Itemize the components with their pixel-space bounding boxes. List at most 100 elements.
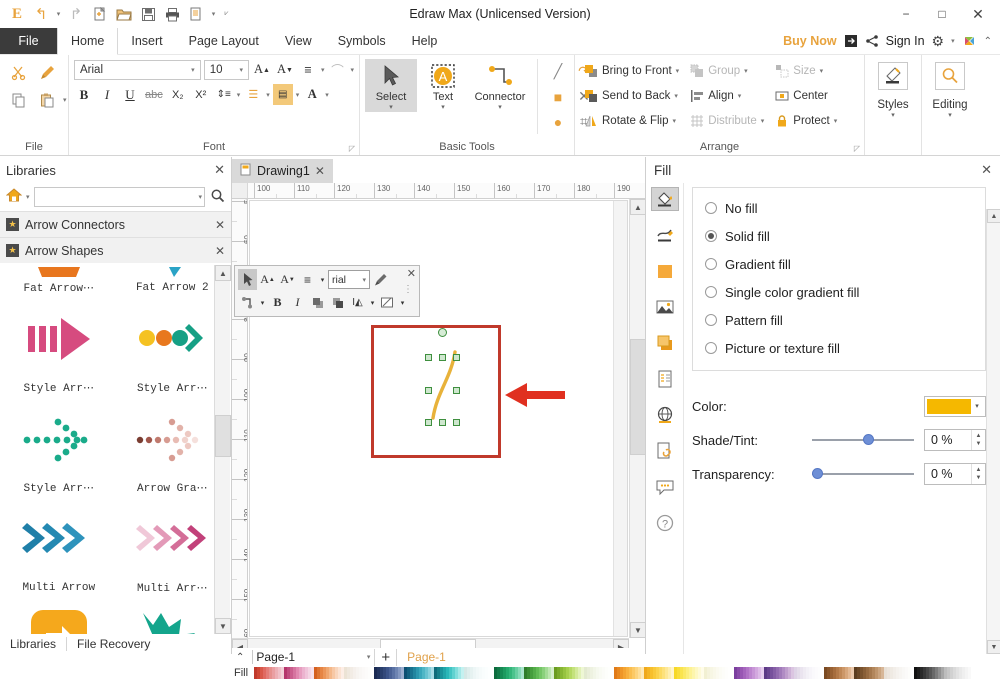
document-tab-drawing1[interactable]: Drawing1 ✕	[232, 159, 333, 183]
library-category-arrow-shapes-close-icon[interactable]: ✕	[215, 244, 225, 258]
paste-icon[interactable]	[34, 87, 60, 113]
rotate-flip-caret-icon[interactable]: ▾	[672, 117, 676, 125]
canvas-vertical-scrollbar[interactable]: ▲ ▼	[629, 199, 645, 638]
text-align-icon[interactable]: ≡	[298, 269, 317, 290]
ellipse-shape-icon[interactable]: ●	[545, 109, 571, 134]
line-spacing-icon[interactable]: ⇕≡	[214, 84, 234, 105]
selected-shape[interactable]	[425, 330, 465, 426]
center-button[interactable]: Center	[771, 84, 840, 107]
underline-button[interactable]: U	[120, 84, 140, 105]
bring-to-front-caret-icon[interactable]: ▾	[676, 67, 680, 75]
library-shape-item[interactable]: Style Arr⋯	[2, 397, 116, 497]
single-color-gradient-fill-radio[interactable]	[705, 286, 717, 298]
select-tool-caret-icon[interactable]: ▾	[389, 103, 393, 112]
align-caret-icon[interactable]: ▾	[738, 92, 742, 100]
customize-qat-caret-icon[interactable]: ⩗	[220, 10, 229, 18]
shrink-font-icon[interactable]: A▼	[275, 59, 295, 80]
picture-or-texture-fill-radio[interactable]	[705, 342, 717, 354]
document-tab-close-icon[interactable]: ✕	[315, 164, 325, 178]
pointer-tool-icon[interactable]	[238, 269, 257, 290]
palette-swatch[interactable]	[971, 667, 974, 679]
undo-dropdown-caret-icon[interactable]: ▾	[54, 10, 63, 18]
page-selector-caret-icon[interactable]: ▾	[367, 653, 371, 661]
text-align-icon[interactable]: ≡	[298, 59, 318, 80]
send-to-back-button[interactable]: Send to Back ▾	[580, 84, 682, 107]
export-icon[interactable]	[844, 34, 858, 48]
selection-handle-bottom-left[interactable]	[425, 419, 432, 426]
library-category-arrow-connectors-close-icon[interactable]: ✕	[215, 218, 225, 232]
shade-tint-slider[interactable]	[812, 430, 914, 450]
bring-to-front-icon[interactable]	[308, 292, 327, 313]
size-caret-icon[interactable]: ▾	[820, 67, 824, 75]
transparency-slider-thumb[interactable]	[812, 468, 823, 479]
library-shapes-area[interactable]: Fat Arrow⋯ Fat Arrow 2	[0, 265, 231, 634]
cut-icon[interactable]	[5, 59, 31, 85]
format-painter-icon[interactable]	[371, 269, 390, 290]
select-tool[interactable]: Select ▾	[365, 59, 417, 112]
highlight-caret-icon[interactable]: ▾	[296, 91, 300, 99]
libraries-scroll-up-icon[interactable]: ▲	[215, 265, 231, 281]
fill-panel-scrollbar[interactable]: ▲ ▼	[986, 209, 1000, 654]
bring-to-front-button[interactable]: Bring to Front ▾	[580, 59, 682, 82]
document-icon[interactable]	[651, 367, 679, 391]
library-shape-item[interactable]: Multi Arr⋯	[116, 497, 230, 597]
more-commands-icon[interactable]	[185, 3, 207, 25]
library-search-input[interactable]: ▾	[34, 187, 205, 207]
selection-handle-top-left[interactable]	[425, 354, 432, 361]
editing-button[interactable]: Editing ▾	[927, 59, 973, 119]
selection-handle-bottom-center[interactable]	[439, 419, 446, 426]
protect-caret-icon[interactable]: ▾	[834, 117, 838, 125]
library-shape-item[interactable]: Multi Arrow	[2, 497, 116, 597]
library-search-field[interactable]	[39, 190, 199, 204]
size-button[interactable]: Size ▾	[771, 59, 840, 82]
mini-toolbar-grip[interactable]: ⋮	[403, 288, 413, 292]
grow-font-icon[interactable]: A▲	[258, 269, 277, 290]
shade-tint-spin-up-icon[interactable]: ▲	[972, 432, 985, 440]
menu-tab-symbols[interactable]: Symbols	[325, 28, 399, 54]
help-icon[interactable]: ?	[651, 511, 679, 535]
print-icon[interactable]	[161, 3, 183, 25]
selection-handle-middle-right[interactable]	[453, 387, 460, 394]
rotate-flip-caret-icon[interactable]: ▾	[368, 292, 377, 313]
curved-text-icon[interactable]: ⌒	[327, 59, 347, 80]
curved-text-caret-icon[interactable]: ▾	[350, 66, 354, 74]
settings-caret-icon[interactable]: ▾	[951, 37, 955, 45]
font-dialog-launcher-icon[interactable]: ◸	[349, 144, 355, 153]
menu-tab-home[interactable]: Home	[57, 28, 118, 55]
globe-icon[interactable]	[651, 403, 679, 427]
font-name-caret-icon[interactable]: ▾	[188, 66, 198, 74]
text-align-caret-icon[interactable]: ▾	[321, 66, 325, 74]
library-shape-item[interactable]: Style Arr⋯	[2, 297, 116, 397]
library-shape-item[interactable]: Arrow Gra⋯	[116, 397, 230, 497]
connector-caret-icon[interactable]: ▾	[258, 292, 267, 313]
bullets-icon[interactable]: ☰	[243, 84, 263, 105]
selection-handle-middle-left[interactable]	[425, 387, 432, 394]
maximize-button[interactable]: □	[924, 0, 960, 28]
pattern-fill-radio-row[interactable]: Pattern fill	[705, 306, 985, 334]
single-color-gradient-fill-radio-row[interactable]: Single color gradient fill	[705, 278, 985, 306]
text-align-caret-icon[interactable]: ▾	[318, 269, 327, 290]
transparency-spin-down-icon[interactable]: ▼	[972, 474, 985, 482]
send-to-back-caret-icon[interactable]: ▾	[674, 92, 678, 100]
share-icon[interactable]	[865, 34, 879, 48]
more-commands-caret-icon[interactable]: ▾	[209, 10, 218, 18]
italic-button[interactable]: I	[97, 84, 117, 105]
strikethrough-button[interactable]: abc	[143, 84, 165, 105]
apps-icon[interactable]	[962, 34, 977, 49]
send-to-back-icon[interactable]	[328, 292, 347, 313]
library-shape-item[interactable]: Style Arr⋯	[116, 297, 230, 397]
color-swatch[interactable]	[927, 399, 971, 414]
bold-button[interactable]: B	[74, 84, 94, 105]
close-button[interactable]: ✕	[960, 0, 996, 28]
fill-scroll-up-icon[interactable]: ▲	[987, 209, 1000, 223]
italic-button[interactable]: I	[288, 292, 307, 313]
format-painter-icon[interactable]	[34, 59, 60, 85]
search-icon[interactable]	[209, 188, 225, 206]
subscript-button[interactable]: X₂	[168, 84, 188, 105]
sign-in-link[interactable]: Sign In	[886, 34, 925, 48]
protect-button[interactable]: Protect ▾	[771, 109, 840, 132]
align-button[interactable]: Align ▾	[686, 84, 767, 107]
shadow-icon[interactable]	[651, 331, 679, 355]
library-home-caret-icon[interactable]: ▾	[26, 193, 30, 201]
undo-icon[interactable]: ↰	[30, 3, 52, 25]
